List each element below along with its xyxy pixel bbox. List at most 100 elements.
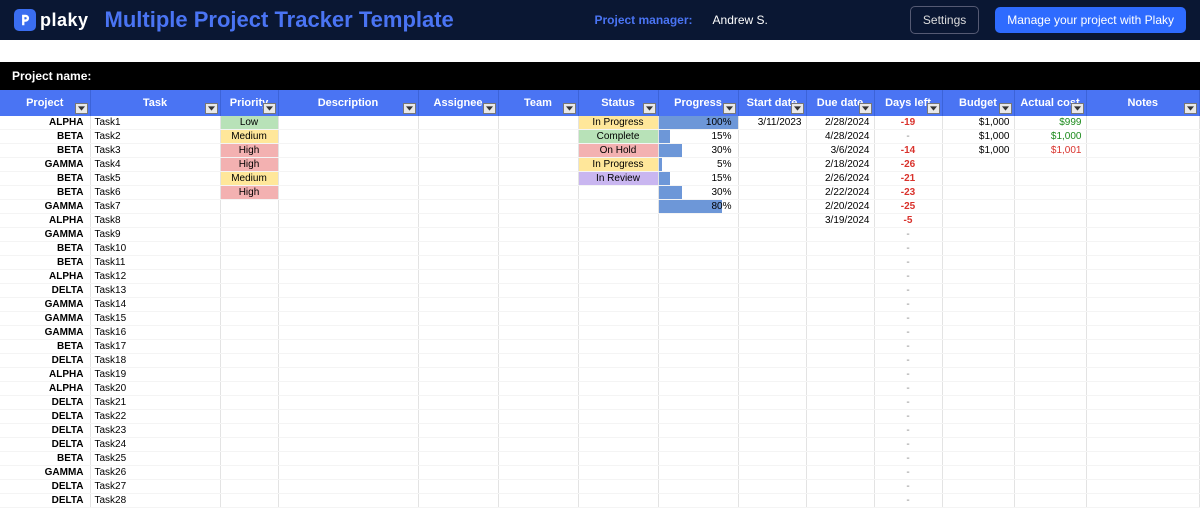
cell-days[interactable]: - [874, 424, 942, 438]
cell-budget[interactable] [942, 312, 1014, 326]
cell-budget[interactable] [942, 172, 1014, 186]
cell-date[interactable]: 3/6/2024 [806, 144, 874, 158]
cell-notes[interactable] [1086, 452, 1200, 466]
cell-actual[interactable] [1014, 396, 1086, 410]
table-row[interactable]: GAMMATask26- [0, 466, 1200, 480]
table-row[interactable]: DELTATask18- [0, 354, 1200, 368]
cell-date[interactable] [738, 256, 806, 270]
cell-project[interactable]: DELTA [0, 494, 90, 508]
cell-task[interactable]: Task13 [90, 284, 220, 298]
cell-status[interactable] [578, 494, 658, 508]
cell-date[interactable] [806, 256, 874, 270]
cell-budget[interactable] [942, 270, 1014, 284]
col-header-budget[interactable]: Budget [942, 90, 1014, 116]
cell-days[interactable]: - [874, 256, 942, 270]
cell-date[interactable] [806, 438, 874, 452]
col-header-ddate[interactable]: Due date [806, 90, 874, 116]
cell-project[interactable]: GAMMA [0, 312, 90, 326]
cell-project[interactable]: ALPHA [0, 270, 90, 284]
cell-progress[interactable] [658, 284, 738, 298]
cell-task[interactable]: Task18 [90, 354, 220, 368]
cell-days[interactable]: - [874, 270, 942, 284]
cell-days[interactable]: - [874, 452, 942, 466]
cell-date[interactable] [738, 298, 806, 312]
cell-budget[interactable] [942, 228, 1014, 242]
table-row[interactable]: DELTATask13- [0, 284, 1200, 298]
cell-date[interactable] [806, 270, 874, 284]
cell-task[interactable]: Task7 [90, 200, 220, 214]
table-row[interactable]: BETATask2MediumComplete15%4/28/2024-$1,0… [0, 130, 1200, 144]
cell-notes[interactable] [1086, 354, 1200, 368]
cell-status[interactable] [578, 270, 658, 284]
cell-task[interactable]: Task22 [90, 410, 220, 424]
cell-desc[interactable] [278, 312, 418, 326]
cell-desc[interactable] [278, 494, 418, 508]
filter-dropdown-icon[interactable] [563, 103, 576, 114]
cell-budget[interactable] [942, 396, 1014, 410]
cell-notes[interactable] [1086, 270, 1200, 284]
cell-task[interactable]: Task6 [90, 186, 220, 200]
cell-notes[interactable] [1086, 256, 1200, 270]
cell-desc[interactable] [278, 368, 418, 382]
cell-team[interactable] [498, 368, 578, 382]
cell-assignee[interactable] [418, 284, 498, 298]
cell-priority[interactable] [220, 312, 278, 326]
cell-team[interactable] [498, 410, 578, 424]
cell-date[interactable] [738, 172, 806, 186]
cell-team[interactable] [498, 396, 578, 410]
filter-dropdown-icon[interactable] [403, 103, 416, 114]
cell-actual[interactable] [1014, 242, 1086, 256]
cell-task[interactable]: Task3 [90, 144, 220, 158]
table-row[interactable]: GAMMATask780%2/20/2024-25 [0, 200, 1200, 214]
cell-desc[interactable] [278, 144, 418, 158]
cell-status[interactable] [578, 228, 658, 242]
cell-budget[interactable] [942, 284, 1014, 298]
table-row[interactable]: BETATask25- [0, 452, 1200, 466]
cell-priority[interactable] [220, 480, 278, 494]
cell-date[interactable]: 2/20/2024 [806, 200, 874, 214]
cell-date[interactable] [738, 130, 806, 144]
cell-project[interactable]: GAMMA [0, 228, 90, 242]
cell-actual[interactable]: $1,000 [1014, 130, 1086, 144]
cell-project[interactable]: DELTA [0, 354, 90, 368]
cell-notes[interactable] [1086, 116, 1200, 130]
cell-days[interactable]: -26 [874, 158, 942, 172]
table-row[interactable]: DELTATask21- [0, 396, 1200, 410]
cell-assignee[interactable] [418, 312, 498, 326]
table-row[interactable]: GAMMATask14- [0, 298, 1200, 312]
cell-assignee[interactable] [418, 200, 498, 214]
cell-project[interactable]: DELTA [0, 424, 90, 438]
col-header-task[interactable]: Task [90, 90, 220, 116]
cell-project[interactable]: BETA [0, 340, 90, 354]
cell-date[interactable] [738, 144, 806, 158]
cell-progress[interactable] [658, 382, 738, 396]
cell-priority[interactable] [220, 438, 278, 452]
cell-desc[interactable] [278, 158, 418, 172]
cell-date[interactable] [806, 480, 874, 494]
cell-team[interactable] [498, 172, 578, 186]
cell-team[interactable] [498, 130, 578, 144]
cell-progress[interactable]: 5% [658, 158, 738, 172]
cell-status[interactable] [578, 298, 658, 312]
cell-priority[interactable]: Low [220, 116, 278, 130]
cell-actual[interactable] [1014, 368, 1086, 382]
table-row[interactable]: GAMMATask4HighIn Progress5%2/18/2024-26 [0, 158, 1200, 172]
cell-team[interactable] [498, 312, 578, 326]
cell-assignee[interactable] [418, 396, 498, 410]
cell-date[interactable] [738, 270, 806, 284]
cell-date[interactable] [806, 354, 874, 368]
cell-days[interactable]: - [874, 242, 942, 256]
cell-notes[interactable] [1086, 494, 1200, 508]
cell-notes[interactable] [1086, 214, 1200, 228]
cell-status[interactable] [578, 284, 658, 298]
table-row[interactable]: DELTATask22- [0, 410, 1200, 424]
cell-notes[interactable] [1086, 340, 1200, 354]
cell-notes[interactable] [1086, 312, 1200, 326]
cell-actual[interactable] [1014, 424, 1086, 438]
cell-budget[interactable] [942, 382, 1014, 396]
cell-date[interactable]: 2/22/2024 [806, 186, 874, 200]
cell-priority[interactable]: High [220, 144, 278, 158]
cell-priority[interactable]: High [220, 158, 278, 172]
cell-desc[interactable] [278, 480, 418, 494]
cell-days[interactable]: - [874, 130, 942, 144]
